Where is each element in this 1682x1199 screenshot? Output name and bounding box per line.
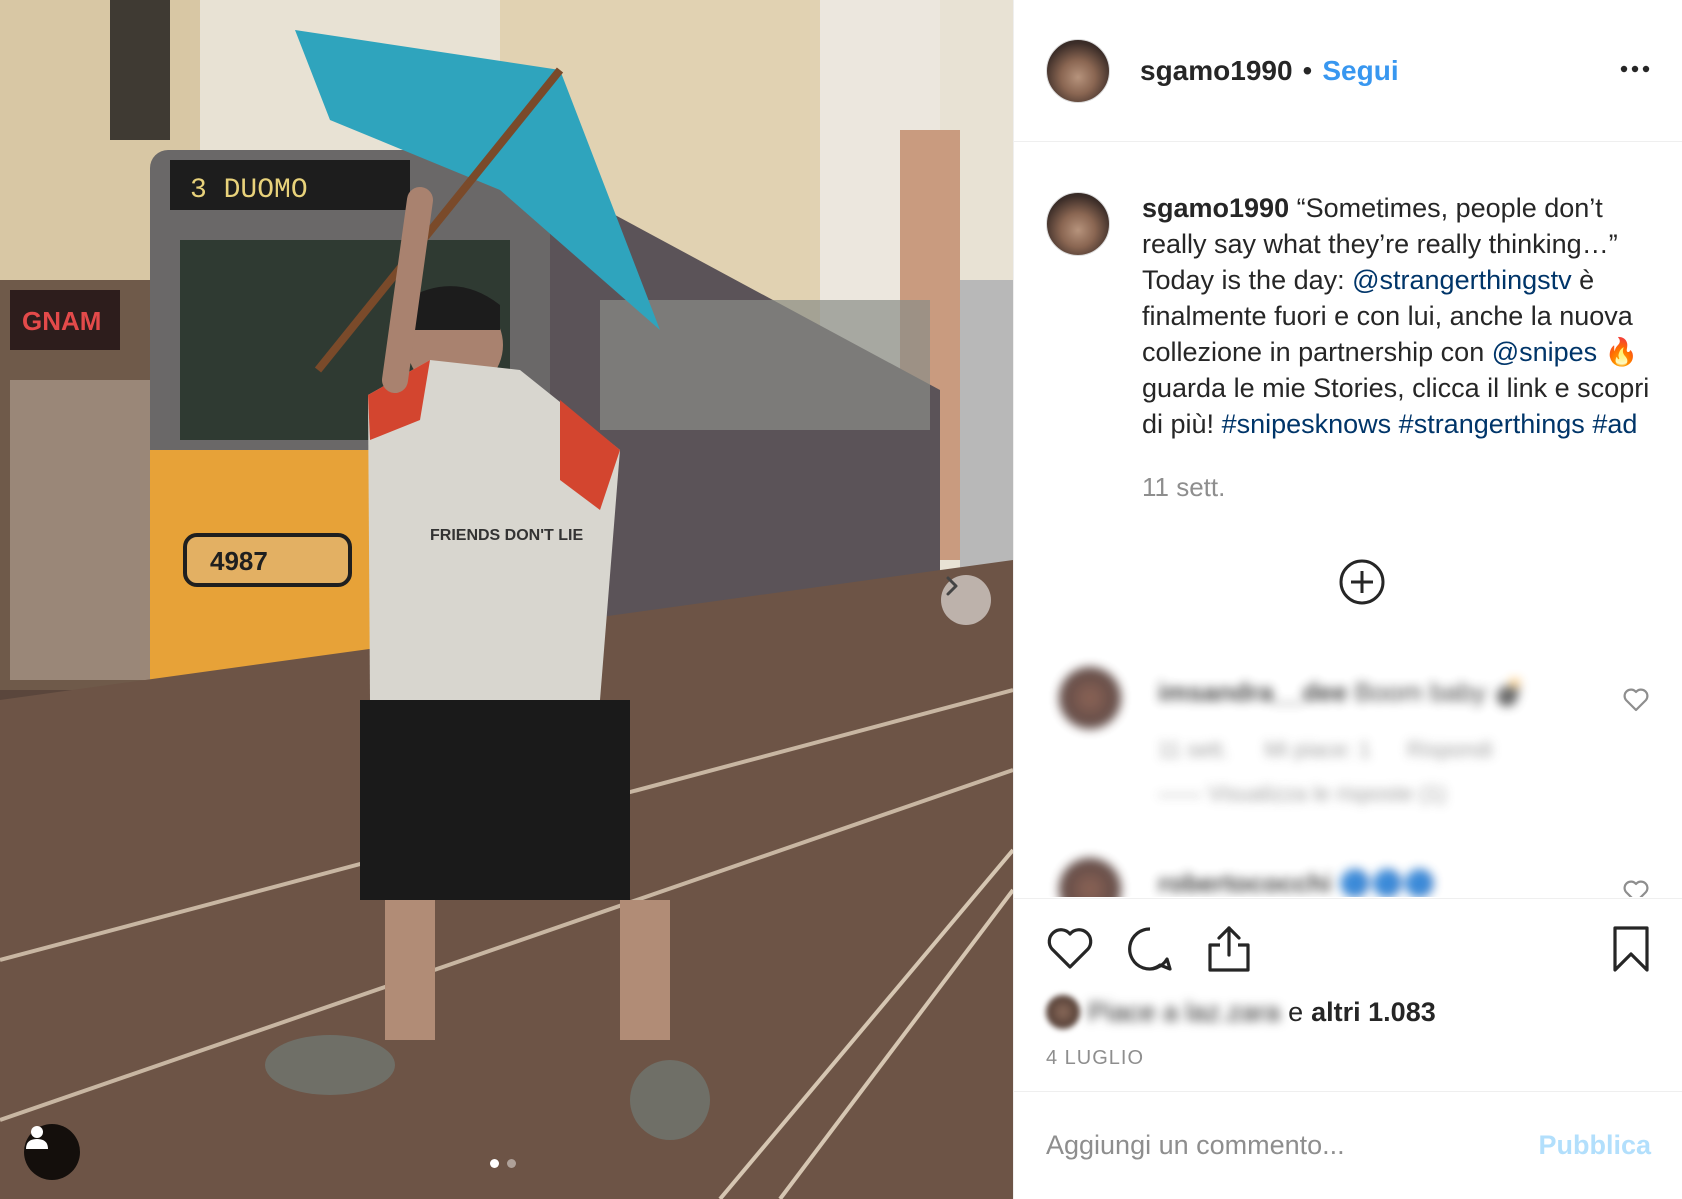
view-replies-button[interactable]: —— Visualizza le risposte (1)	[1158, 781, 1446, 807]
comment-icon[interactable]	[1126, 925, 1174, 973]
caption-timestamp: 11 sett.	[1142, 472, 1226, 502]
hashtag-link[interactable]: #strangerthings	[1399, 409, 1585, 439]
bookmark-icon[interactable]	[1611, 925, 1651, 973]
comment-item: imsandra__dee Boom baby 💣 11 sett. Mi pia…	[1046, 667, 1656, 827]
caption: sgamo1990 “Sometimes, people don’t reall…	[1014, 143, 1682, 442]
liked-by-text[interactable]: Piace a laz.zara	[1088, 997, 1280, 1028]
commenter-avatar[interactable]	[1059, 667, 1121, 729]
hashtag-link[interactable]: #snipesknows	[1222, 409, 1392, 439]
caption-author-username[interactable]: sgamo1990	[1142, 193, 1289, 223]
comment-like-heart-icon[interactable]	[1623, 880, 1649, 897]
hashtag-link[interactable]: #ad	[1592, 409, 1637, 439]
comment-item: robertococchi 🔵🔵🔵	[1046, 858, 1656, 897]
comment-like-heart-icon[interactable]	[1623, 688, 1649, 712]
heart-icon[interactable]	[1046, 925, 1094, 971]
comment-likes[interactable]: Mi piace: 1	[1265, 737, 1371, 762]
user-tag-icon	[26, 1126, 48, 1149]
view-replies-label[interactable]: Visualizza le risposte (1)	[1208, 781, 1446, 806]
comment-time: 11 sett.	[1158, 737, 1229, 762]
tram-destination-sign: 3 DUOMO	[190, 175, 308, 206]
next-photo-button[interactable]	[941, 575, 991, 625]
mention-link[interactable]: @snipes	[1492, 337, 1597, 367]
post-sidebar: sgamo1990 • Segui sgamo1990 “Sometimes, …	[1013, 0, 1682, 1199]
post-date: 4 LUGLIO	[1046, 1047, 1145, 1069]
shirt-print: FRIENDS DON'T LIE	[430, 527, 583, 544]
chevron-right-icon	[946, 576, 958, 596]
fire-emoji: 🔥	[1604, 337, 1639, 367]
comments-scroll-area[interactable]: sgamo1990 “Sometimes, people don’t reall…	[1014, 143, 1682, 897]
commenter-username[interactable]: imsandra__dee	[1158, 677, 1347, 707]
comment-body: 🔵🔵🔵	[1338, 868, 1436, 897]
shop-sign: GNAM	[22, 306, 101, 336]
carousel-dot	[507, 1159, 516, 1168]
share-icon[interactable]	[1206, 925, 1252, 973]
post-actions: Piace a laz.zara e altri 1.083 4 LUGLIO	[1014, 898, 1682, 1094]
likes-others-count[interactable]: altri 1.083	[1311, 997, 1436, 1028]
carousel-indicator	[490, 1159, 516, 1168]
plus-circle-icon[interactable]	[1338, 558, 1386, 606]
likes-summary[interactable]: Piace a laz.zara e altri 1.083	[1046, 995, 1436, 1029]
header-separator: •	[1302, 54, 1313, 86]
caption-author-avatar[interactable]	[1046, 192, 1110, 256]
post-header: sgamo1990 • Segui	[1014, 0, 1682, 142]
tram-number: 4987	[210, 546, 268, 576]
user-tag-button[interactable]	[24, 1124, 80, 1180]
comment-body: Boom baby 💣	[1354, 677, 1526, 707]
publish-button[interactable]: Pubblica	[1538, 1130, 1651, 1161]
likes-and: e	[1288, 996, 1304, 1027]
add-comment-form: Pubblica	[1014, 1091, 1682, 1199]
caption-text: sgamo1990 “Sometimes, people don’t reall…	[1142, 190, 1651, 442]
comment-input[interactable]	[1046, 1130, 1539, 1161]
action-icons-row	[1014, 899, 1682, 999]
reply-button[interactable]: Rispondi	[1407, 737, 1493, 762]
liker-avatar	[1046, 995, 1080, 1029]
post-photo[interactable]: 3 DUOMO 4987 GNAM FRIENDS DON'T LIE	[0, 0, 1013, 1199]
mention-link[interactable]: @strangerthingstv	[1352, 265, 1572, 295]
more-options-icon[interactable]	[1620, 54, 1650, 84]
author-username[interactable]: sgamo1990	[1140, 55, 1293, 87]
follow-button[interactable]: Segui	[1322, 55, 1398, 87]
commenter-username[interactable]: robertococchi	[1158, 868, 1331, 897]
comment-text: imsandra__dee Boom baby 💣	[1158, 677, 1526, 708]
carousel-dot-active	[490, 1159, 499, 1168]
commenter-avatar[interactable]	[1059, 858, 1121, 897]
photo-scene: 3 DUOMO 4987 GNAM FRIENDS DON'T LIE	[0, 0, 1013, 1199]
comment-text: robertococchi 🔵🔵🔵	[1158, 868, 1436, 897]
author-avatar[interactable]	[1046, 38, 1110, 103]
comment-meta: 11 sett. Mi piace: 1 Rispondi	[1158, 737, 1529, 763]
